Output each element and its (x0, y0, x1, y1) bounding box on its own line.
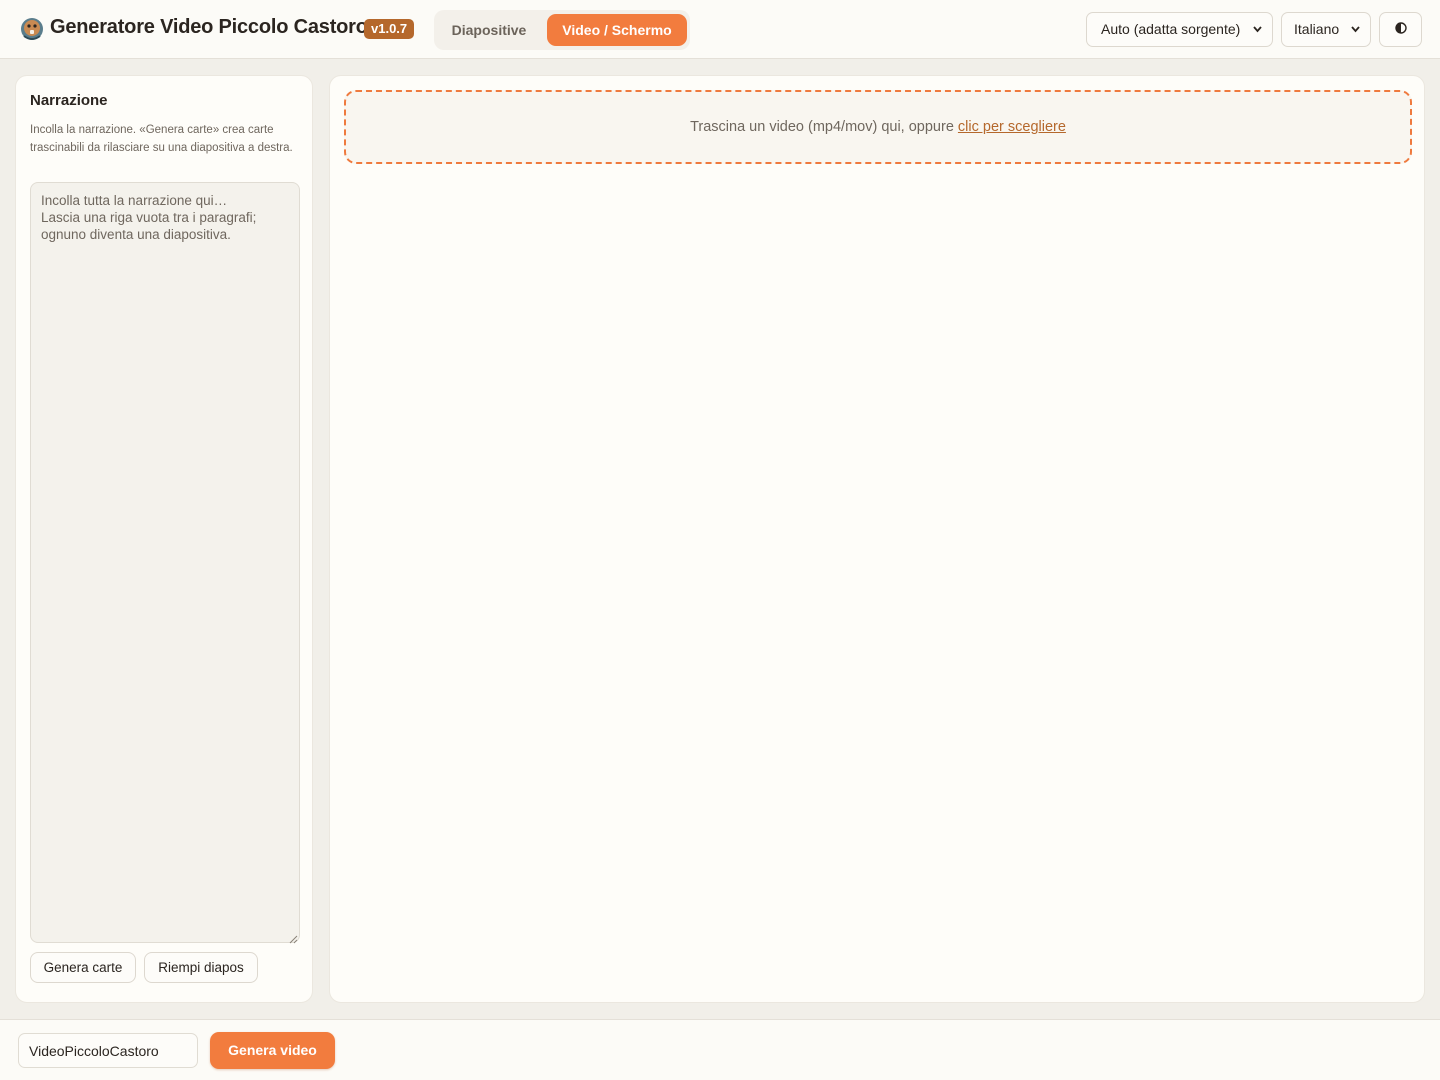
format-select-value: Auto (adatta sorgente) (1101, 21, 1241, 37)
app-title: Generatore Video Piccolo Castoro (50, 16, 368, 38)
footer-bar: Genera video (0, 1019, 1440, 1080)
beaver-logo-icon (20, 16, 44, 42)
tab-slides[interactable]: Diapositive (438, 14, 540, 46)
filename-input[interactable] (18, 1033, 198, 1068)
format-select[interactable]: Auto (adatta sorgente) (1086, 12, 1273, 47)
narration-description: Incolla la narrazione. «Genera carte» cr… (30, 124, 293, 154)
language-select[interactable]: Italiano (1281, 12, 1371, 47)
generate-cards-button[interactable]: Genera carte (30, 952, 136, 983)
tab-video-screen[interactable]: Video / Schermo (547, 14, 687, 46)
narration-title: Narrazione (30, 92, 108, 109)
video-dropzone[interactable]: Trascina un video (mp4/mov) qui, oppure … (344, 90, 1412, 164)
choose-file-link[interactable]: clic per scegliere (958, 119, 1066, 135)
language-select-value: Italiano (1294, 21, 1340, 37)
mode-tabs: Diapositive Video / Schermo (434, 10, 690, 50)
chevron-down-icon (1252, 13, 1263, 60)
version-badge: v1.0.7 (364, 19, 415, 39)
resize-handle-icon[interactable] (289, 931, 298, 944)
dropzone-text: Trascina un video (mp4/mov) qui, oppure (690, 119, 958, 135)
video-panel: Trascina un video (mp4/mov) qui, oppure … (329, 75, 1425, 1003)
theme-toggle-button[interactable] (1379, 12, 1422, 47)
contrast-icon (1394, 21, 1407, 39)
narration-textarea[interactable] (30, 182, 300, 943)
fill-slides-button[interactable]: Riempi diapos (144, 952, 258, 983)
chevron-down-icon (1350, 13, 1361, 60)
narration-panel: Narrazione Incolla la narrazione. «Gener… (15, 75, 313, 1003)
generate-video-button[interactable]: Genera video (210, 1032, 335, 1069)
app-header: Generatore Video Piccolo Castoro v1.0.7 … (0, 0, 1440, 59)
